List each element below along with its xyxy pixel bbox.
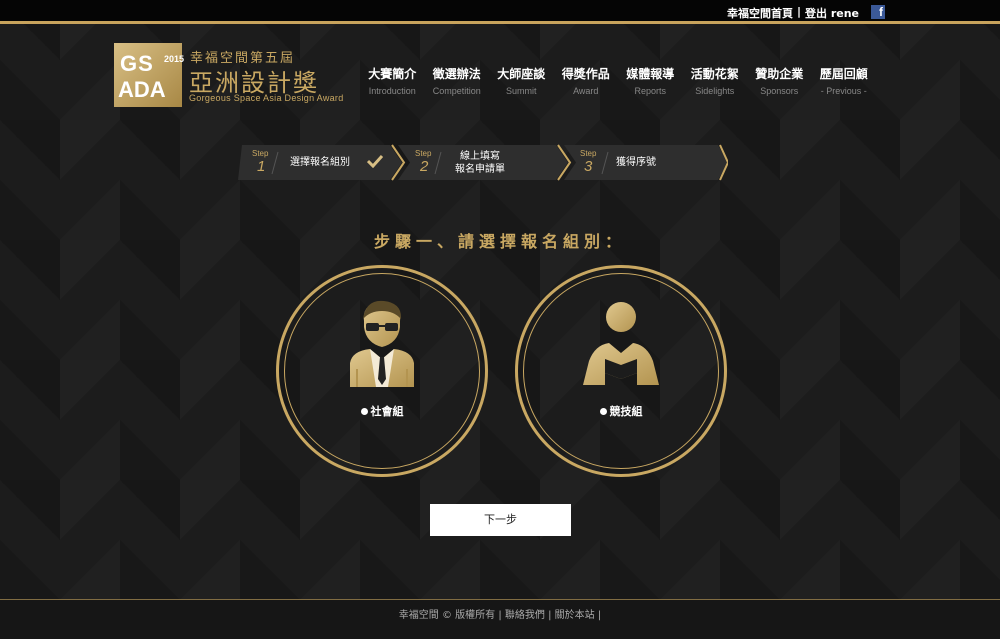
site-logo[interactable]: GS ADA 2015 幸福空間第五屆 亞洲設計獎 Gorgeous Space… bbox=[114, 43, 344, 109]
top-links: 幸福空間首頁 | 登出 rene bbox=[727, 5, 859, 21]
footer-divider bbox=[0, 599, 1000, 600]
radio-dot-icon[interactable] bbox=[599, 408, 607, 415]
step-2-number: 2 bbox=[420, 158, 429, 175]
nav-sponsors[interactable]: 贊助企業 Sponsors bbox=[747, 65, 812, 96]
top-separator: | bbox=[796, 5, 801, 18]
logo-emblem: GS ADA 2015 bbox=[114, 43, 184, 107]
radio-dot-icon[interactable] bbox=[360, 408, 368, 415]
home-link[interactable]: 幸福空間首頁 bbox=[727, 5, 793, 21]
step-2-text: 線上填寫 報名申請單 bbox=[455, 151, 505, 175]
footer-contact-link[interactable]: 聯絡我們 bbox=[505, 610, 545, 621]
step-3-text: 獲得序號 bbox=[616, 157, 656, 168]
nav-award[interactable]: 得獎作品 Award bbox=[554, 65, 619, 96]
step-2-label: Step bbox=[415, 149, 432, 158]
option-competition[interactable]: 競技組 bbox=[515, 265, 727, 477]
logout-link[interactable]: 登出 rene bbox=[805, 5, 859, 21]
step-1-label: Step bbox=[252, 149, 269, 158]
step-1-number: 1 bbox=[257, 158, 266, 175]
footer-text: 幸福空間 © 版權所有 | 聯絡我們 | 關於本站 | bbox=[398, 610, 602, 621]
nav-previous[interactable]: 歷屆回顧 - Previous - bbox=[812, 65, 877, 96]
page-heading: 步驟一、請選擇報名組別： bbox=[373, 232, 626, 251]
step-3-number: 3 bbox=[584, 158, 593, 175]
option-competition-label: 競技組 bbox=[515, 403, 727, 419]
student-reading-icon bbox=[583, 302, 659, 385]
nav-reports[interactable]: 媒體報導 Reports bbox=[618, 65, 683, 96]
next-step-button[interactable]: 下一步 bbox=[430, 504, 571, 536]
main-nav: 大賽簡介 Introduction 徵選辦法 Competition 大師座談 Sum… bbox=[360, 65, 876, 96]
option-society-label: 社會組 bbox=[276, 403, 488, 419]
nav-summit[interactable]: 大師座談 Summit bbox=[489, 65, 554, 96]
option-society[interactable]: 社會組 bbox=[276, 265, 488, 477]
top-bar: 幸福空間首頁 | 登出 rene f bbox=[0, 0, 1000, 24]
checkmark-icon bbox=[367, 155, 383, 168]
nav-sidelights[interactable]: 活動花絮 Sidelights bbox=[683, 65, 748, 96]
facebook-icon[interactable]: f bbox=[871, 5, 885, 19]
logo-english: Gorgeous Space Asia Design Award bbox=[189, 93, 344, 103]
footer: 幸福空間 © 版權所有 | 聯絡我們 | 關於本站 | bbox=[0, 599, 1000, 639]
professional-person-icon bbox=[350, 300, 414, 387]
nav-competition[interactable]: 徵選辦法 Competition bbox=[425, 65, 490, 96]
step-1-text: 選擇報名組別 bbox=[290, 157, 350, 168]
step-progress: Step 1 選擇報名組別 Step 2 線上填寫 報名申請單 Step 3 獲… bbox=[238, 144, 728, 181]
footer-brand: 幸福空間 © 版權所有 bbox=[398, 610, 496, 621]
footer-about-link[interactable]: 關於本站 bbox=[555, 610, 595, 621]
step-3-label: Step bbox=[580, 149, 597, 158]
nav-introduction[interactable]: 大賽簡介 Introduction bbox=[360, 65, 425, 96]
